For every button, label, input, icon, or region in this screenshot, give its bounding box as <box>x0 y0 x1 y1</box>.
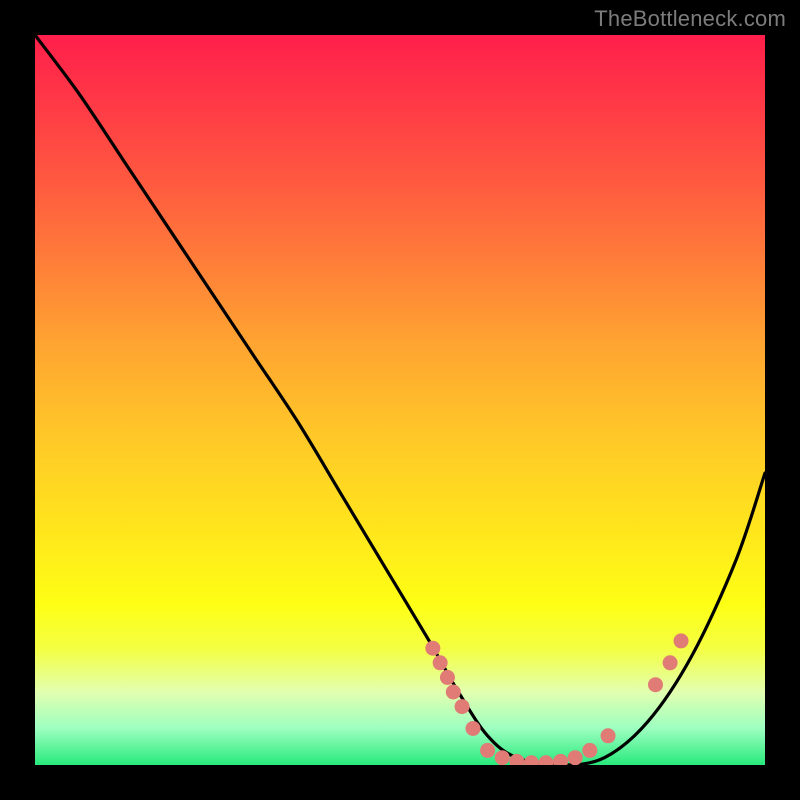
bottleneck-curve <box>35 35 765 765</box>
highlight-dot <box>446 685 461 700</box>
highlight-dot <box>648 677 663 692</box>
highlight-dot <box>553 754 568 765</box>
highlight-dot <box>433 655 448 670</box>
highlight-dot <box>455 699 470 714</box>
chart-frame: TheBottleneck.com <box>0 0 800 800</box>
highlight-dot <box>601 728 616 743</box>
highlight-dots <box>425 633 688 765</box>
highlight-dot <box>495 750 510 765</box>
highlight-dot <box>663 655 678 670</box>
highlight-dot <box>568 750 583 765</box>
plot-area <box>35 35 765 765</box>
highlight-dot <box>524 755 539 765</box>
chart-svg <box>35 35 765 765</box>
highlight-dot <box>440 670 455 685</box>
watermark-text: TheBottleneck.com <box>594 6 786 32</box>
highlight-dot <box>466 721 481 736</box>
highlight-dot <box>674 633 689 648</box>
highlight-dot <box>425 641 440 656</box>
highlight-dot <box>539 755 554 765</box>
highlight-dot <box>582 743 597 758</box>
highlight-dot <box>480 743 495 758</box>
